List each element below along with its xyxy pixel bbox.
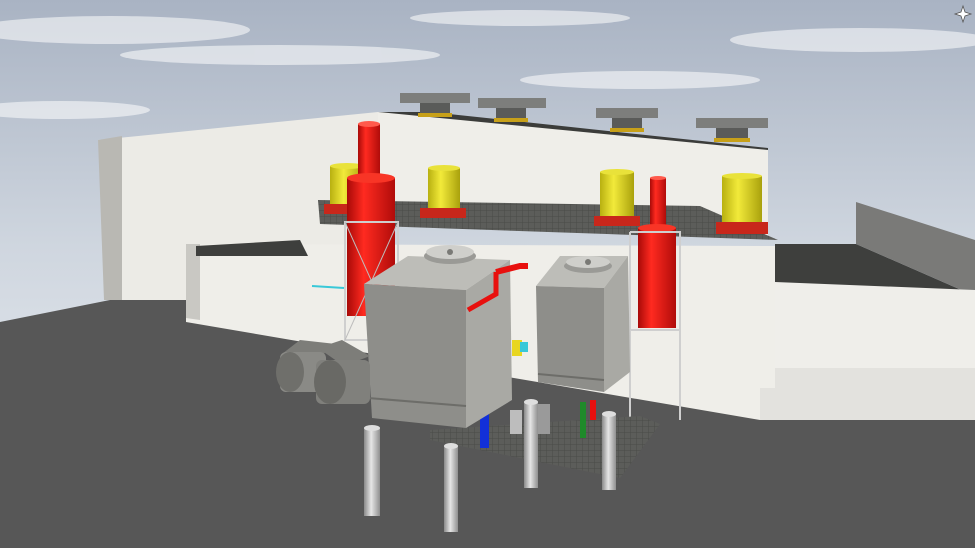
cooling-tower-right bbox=[536, 256, 630, 392]
cooling-tower-left bbox=[364, 245, 528, 428]
right-building-lower bbox=[760, 368, 975, 420]
right-building-front bbox=[775, 282, 975, 368]
3d-viewport[interactable] bbox=[0, 0, 975, 548]
